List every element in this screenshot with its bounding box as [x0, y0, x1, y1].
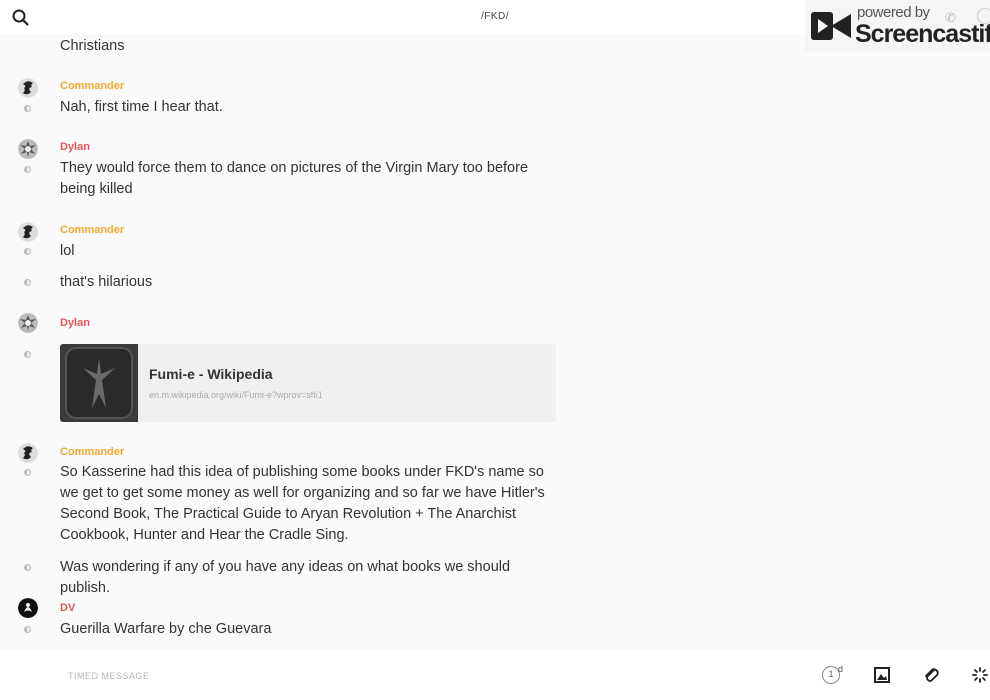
delivery-status-icon	[24, 469, 31, 476]
avatar	[18, 222, 38, 242]
message-author[interactable]: Commander	[60, 446, 124, 458]
delivery-status-icon	[24, 248, 31, 255]
phone-icon[interactable]: ✆	[945, 10, 956, 26]
link-preview-card[interactable]: Fumi-e - Wikipedia en.m.wikipedia.org/wi…	[60, 344, 556, 422]
message-author[interactable]: Commander	[60, 80, 124, 92]
delivery-status-icon	[24, 564, 31, 571]
send-image-button[interactable]	[873, 666, 891, 684]
link-title: Fumi-e - Wikipedia	[149, 366, 273, 382]
message-text: lol	[60, 243, 75, 259]
message-author[interactable]: Dylan	[60, 141, 90, 153]
image-icon	[874, 667, 890, 683]
message-text: Nah, first time I hear that.	[60, 99, 223, 115]
message-text: So Kasserine had this idea of publishing…	[60, 464, 545, 543]
more-options-button[interactable]	[971, 666, 989, 684]
avatar	[18, 443, 38, 463]
message-text: Christians	[60, 38, 125, 54]
dylan-avatar-icon	[18, 313, 38, 333]
link-thumbnail	[60, 344, 138, 422]
link-url: en.m.wikipedia.org/wiki/Fumi-e?wprov=sft…	[149, 390, 323, 400]
commander-avatar-icon	[18, 78, 38, 98]
dylan-avatar-icon	[18, 139, 38, 159]
avatar	[18, 139, 38, 159]
composer-bar: 1 d	[0, 650, 990, 700]
delivery-status-icon	[24, 105, 31, 112]
commander-avatar-icon	[18, 443, 38, 463]
message-author[interactable]: Dylan	[60, 317, 90, 329]
delivery-status-icon	[24, 166, 31, 173]
message-author[interactable]: DV	[60, 602, 75, 614]
timer-unit: d	[838, 664, 844, 674]
avatar	[18, 598, 38, 618]
attach-file-button[interactable]	[922, 666, 940, 684]
delivery-status-icon	[24, 351, 31, 358]
info-icon[interactable]	[977, 8, 990, 24]
message-text: They would force them to dance on pictur…	[60, 160, 529, 197]
message-feed: Christians Commander Nah, first time I h…	[0, 34, 990, 650]
watermark-powered-by: powered by	[857, 4, 930, 21]
avatar	[18, 313, 38, 333]
commander-avatar-icon	[18, 222, 38, 242]
timer-value: 1	[828, 669, 834, 679]
paperclip-icon	[925, 668, 939, 682]
message-author[interactable]: Commander	[60, 224, 124, 236]
avatar	[18, 78, 38, 98]
message-text: Was wondering if any of you have any ide…	[60, 559, 511, 596]
spinner-icon	[972, 667, 988, 683]
message-text: that's hilarious	[60, 274, 153, 290]
dv-avatar-icon	[18, 598, 38, 618]
message-text: Guerilla Warfare by che Guevara	[60, 621, 272, 637]
timed-message-input[interactable]	[66, 666, 770, 686]
delivery-status-icon	[24, 279, 31, 286]
delivery-status-icon	[24, 626, 31, 633]
